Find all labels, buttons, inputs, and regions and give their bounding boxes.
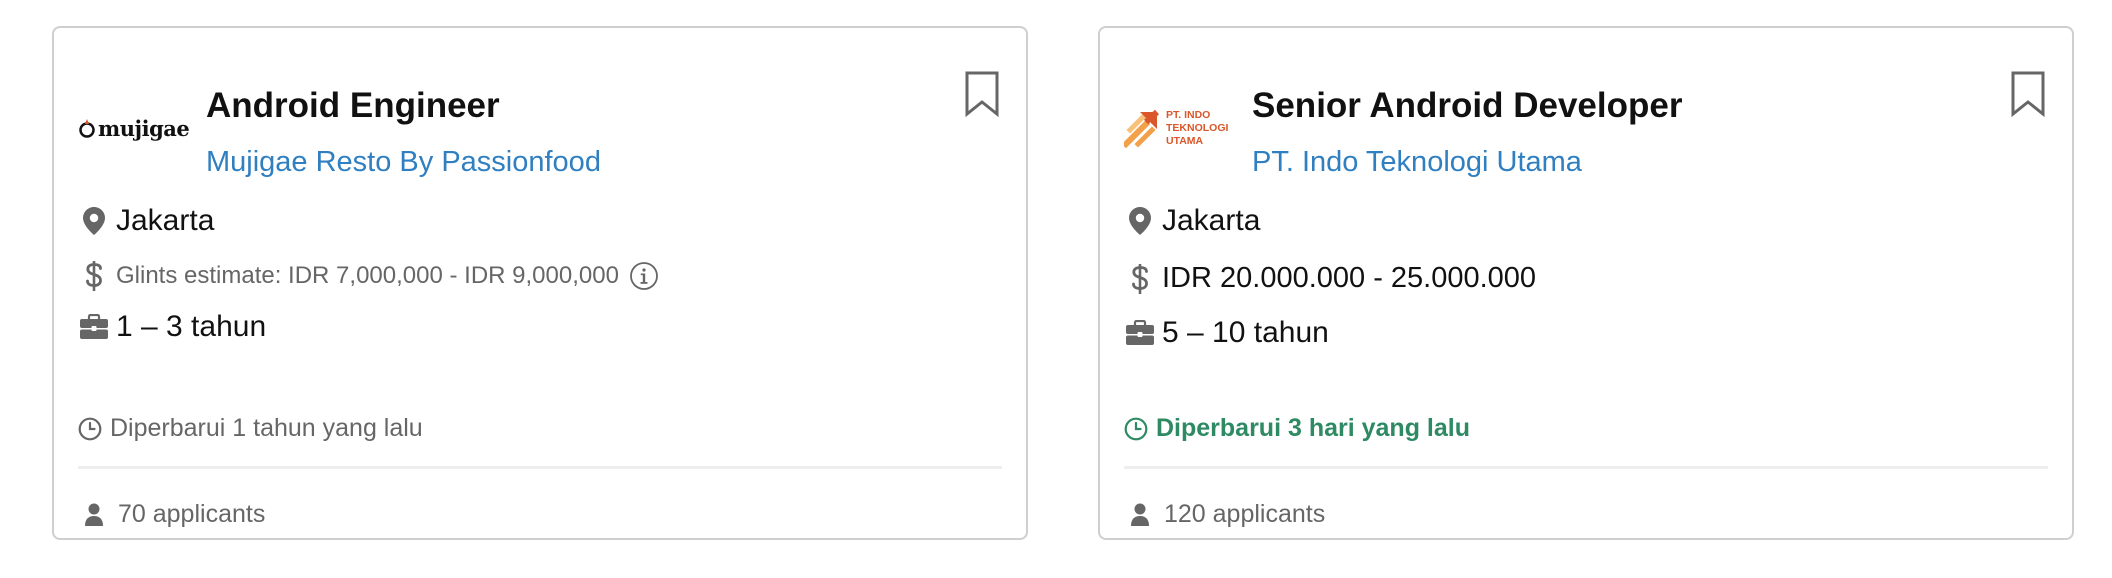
location-row: Jakarta [1124, 204, 1260, 238]
briefcase-icon [80, 314, 108, 339]
company-logo: PT. INDO TEKNOLOGI UTAMA [1124, 98, 1236, 158]
salary-estimate-text: Glints estimate: IDR 7,000,000 - IDR 9,0… [116, 262, 619, 289]
clock-icon [78, 417, 102, 440]
experience-text: 1 – 3 tahun [116, 310, 267, 343]
job-title[interactable]: Senior Android Developer [1252, 86, 1682, 126]
applicants-row: 120 applicants [1124, 500, 1325, 529]
mujigae-emblem-icon [79, 119, 95, 138]
indo-teknologi-arrow-logo-icon [1124, 109, 1160, 148]
location-text: Jakarta [116, 204, 215, 237]
company-name-link[interactable]: PT. Indo Teknologi Utama [1252, 146, 1582, 179]
salary-row: IDR 20.000.000 - 25.000.000 [1124, 262, 1536, 295]
dollar-icon [86, 261, 102, 291]
company-logo-text: PT. INDO [1166, 108, 1211, 121]
applicants-row: 70 applicants [78, 500, 265, 529]
salary-row: Glints estimate: IDR 7,000,000 - IDR 9,0… [78, 260, 659, 292]
divider [78, 466, 1002, 469]
experience-text: 5 – 10 tahun [1162, 316, 1329, 349]
bookmark-icon[interactable] [2010, 70, 2046, 118]
clock-icon [1124, 417, 1148, 440]
divider [1124, 466, 2048, 469]
map-pin-icon [83, 207, 105, 235]
updated-text: Diperbarui 3 hari yang lalu [1156, 414, 1470, 442]
info-icon[interactable] [629, 261, 659, 291]
person-icon [1131, 503, 1149, 526]
company-name-link[interactable]: Mujigae Resto By Passionfood [206, 146, 601, 179]
company-logo-text: UTAMA [1166, 134, 1204, 147]
briefcase-icon [1126, 320, 1154, 345]
company-logo: mujigae [78, 98, 190, 158]
applicants-count: 70 applicants [118, 500, 266, 528]
location-text: Jakarta [1162, 204, 1261, 237]
applicants-count: 120 applicants [1164, 500, 1326, 528]
company-logo-text: mujigae [98, 115, 190, 141]
experience-row: 1 – 3 tahun [78, 310, 266, 344]
job-title[interactable]: Android Engineer [206, 86, 500, 126]
experience-row: 5 – 10 tahun [1124, 316, 1329, 350]
salary-text: IDR 20.000.000 - 25.000.000 [1162, 262, 1537, 294]
location-row: Jakarta [78, 204, 214, 238]
dollar-icon [1132, 263, 1148, 294]
bookmark-icon[interactable] [964, 70, 1000, 118]
person-icon [85, 503, 103, 526]
updated-timestamp: Diperbarui 3 hari yang lalu [1124, 414, 1470, 443]
updated-timestamp: Diperbarui 1 tahun yang lalu [78, 414, 423, 443]
updated-text: Diperbarui 1 tahun yang lalu [110, 414, 423, 442]
job-card[interactable]: PT. INDO TEKNOLOGI UTAMA Senior Android … [1098, 26, 2074, 540]
company-logo-text: TEKNOLOGI [1166, 121, 1229, 134]
map-pin-icon [1129, 207, 1151, 235]
job-card[interactable]: mujigae Android Engineer Mujigae Resto B… [52, 26, 1028, 540]
